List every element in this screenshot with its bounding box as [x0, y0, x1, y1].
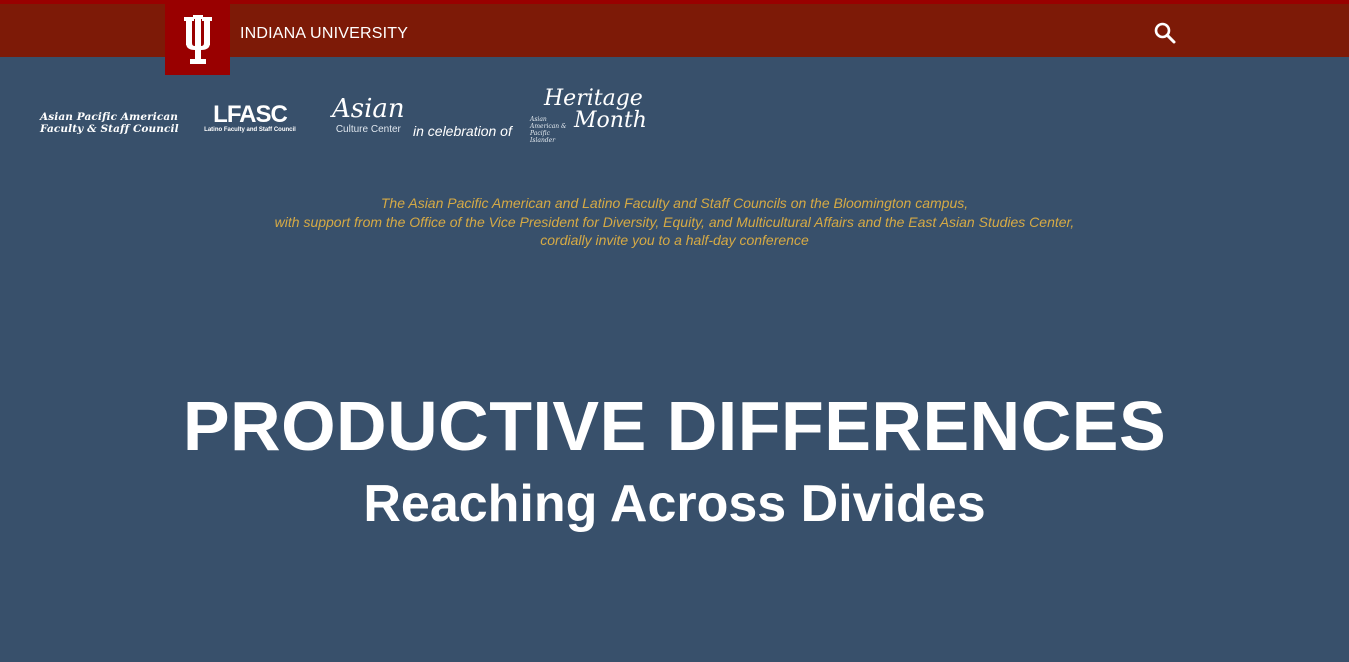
iu-trident-icon [183, 14, 212, 64]
acc-script-word: Asian [332, 94, 405, 124]
apafsc-line2: Faculty & Staff Council [40, 123, 179, 135]
apafsc-logo: Asian Pacific American Faculty & Staff C… [40, 111, 179, 135]
invitation-text: The Asian Pacific American and Latino Fa… [0, 194, 1349, 250]
lfasc-acronym: LFASC [213, 101, 288, 128]
acc-subtitle: Culture Center [335, 124, 401, 135]
page-subtitle: Reaching Across Divides [363, 475, 986, 533]
invitation-line-1: The Asian Pacific American and Latino Fa… [380, 195, 969, 211]
celebration-text: in celebration of [413, 123, 512, 139]
asian-culture-center-logo: Asian Culture Center [332, 94, 405, 136]
iu-logo-link[interactable] [165, 4, 230, 75]
search-icon [1154, 22, 1176, 43]
university-name-link[interactable]: INDIANA UNIVERSITY [240, 25, 408, 43]
lfasc-logo: LFASC Latino Faculty and Staff Council [198, 103, 302, 134]
month-word: Month [574, 108, 647, 133]
lfasc-full-name: Latino Faculty and Staff Council [204, 127, 296, 133]
invitation-line-2: with support from the Office of the Vice… [274, 213, 1075, 230]
search-button[interactable] [1145, 10, 1185, 55]
apafsc-line1: Asian Pacific American [40, 111, 178, 123]
heritage-tiny-text: Asian American & Pacific Islander [530, 116, 567, 144]
invitation-line-3: cordially invite you to a half-day confe… [540, 232, 809, 248]
page-title: PRODUCTIVE DIFFERENCES [182, 387, 1167, 465]
